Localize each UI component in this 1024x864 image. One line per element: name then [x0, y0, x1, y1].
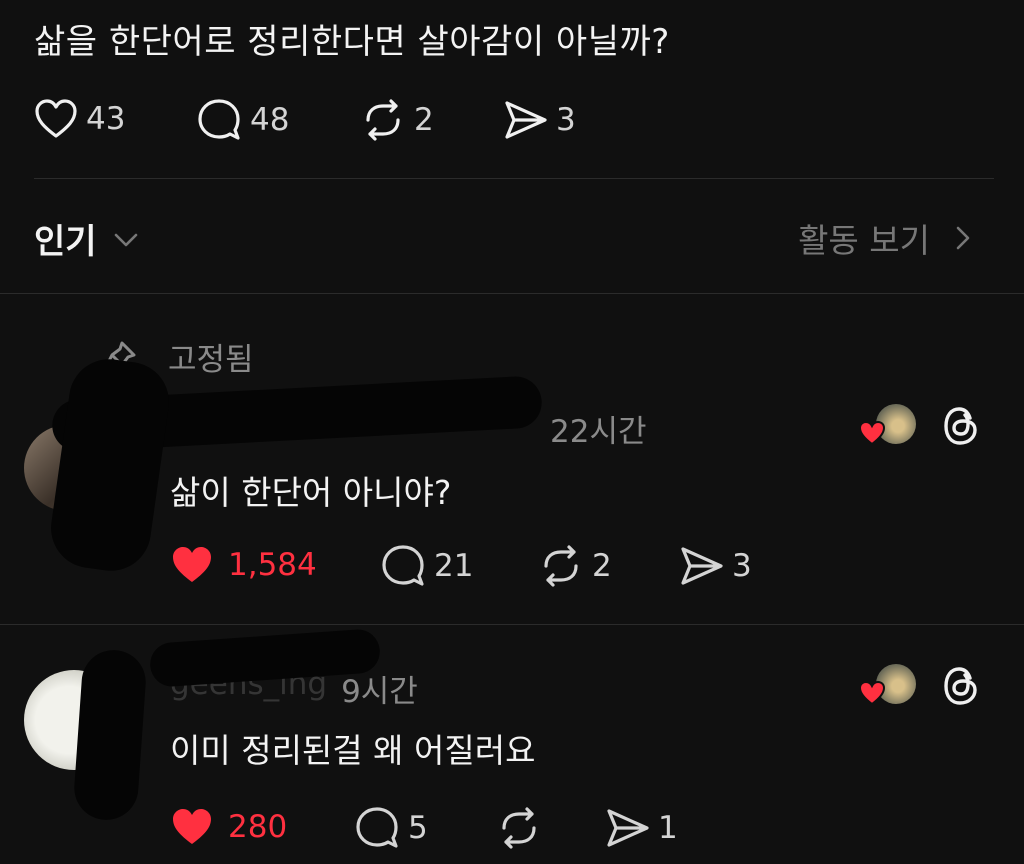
comment-share-button[interactable]: 3 — [678, 544, 752, 588]
comment-share-count: 1 — [658, 810, 678, 846]
comment-reply-count: 21 — [434, 548, 474, 584]
comment-icon — [356, 807, 398, 848]
chevron-right-icon — [956, 226, 970, 250]
post-repost-count: 2 — [414, 102, 434, 138]
liked-by-author-indicator — [858, 664, 918, 708]
comment-repost-count: 2 — [592, 548, 612, 584]
redaction-mark — [45, 354, 175, 576]
comment-icon — [198, 99, 240, 140]
chevron-down-icon — [114, 233, 137, 246]
divider — [34, 178, 994, 179]
pinned-label: 고정됨 — [168, 342, 254, 378]
comment-text: 이미 정리된걸 왜 어질러요 — [170, 731, 536, 770]
share-icon — [681, 547, 723, 585]
post-share-count: 3 — [556, 102, 576, 138]
threads-logo-icon[interactable] — [940, 404, 982, 448]
post-repost-button[interactable]: 2 — [360, 98, 434, 142]
post-like-count: 43 — [86, 101, 126, 137]
post-reply-button[interactable]: 48 — [196, 98, 289, 142]
redaction-mark — [72, 647, 148, 823]
share-icon — [607, 809, 649, 847]
view-activity-label: 활동 보기 — [798, 221, 930, 260]
comment-reply-count: 5 — [408, 810, 428, 846]
repost-icon — [502, 807, 536, 849]
view-activity-link[interactable]: 활동 보기 — [798, 214, 976, 262]
post-share-button[interactable]: 3 — [502, 98, 576, 142]
comment-repost-button[interactable] — [496, 806, 550, 850]
comment-like-button[interactable]: 280 — [170, 806, 287, 848]
heart-icon — [858, 420, 886, 446]
repost-icon — [366, 99, 400, 141]
comment-like-count: 1,584 — [228, 547, 317, 583]
divider — [0, 624, 1024, 625]
share-icon — [505, 101, 547, 139]
heart-icon — [173, 809, 211, 844]
liked-by-author-indicator — [858, 404, 918, 448]
comment-text: 삶이 한단어 아니야? — [170, 473, 452, 512]
repost-icon — [544, 545, 578, 587]
post-like-button[interactable]: 43 — [34, 98, 125, 140]
comment-share-button[interactable]: 1 — [604, 806, 678, 850]
comment-repost-button[interactable]: 2 — [538, 544, 612, 588]
sort-dropdown[interactable]: 인기 — [34, 214, 141, 263]
sort-label: 인기 — [34, 222, 97, 262]
post-text: 삶을 한단어로 정리한다면 살아감이 아닐까? — [34, 22, 670, 62]
heart-icon — [173, 547, 211, 582]
comment-icon — [382, 545, 424, 586]
heart-icon — [858, 680, 886, 706]
heart-icon — [35, 99, 77, 138]
comment-reply-button[interactable]: 21 — [380, 544, 473, 588]
divider — [0, 293, 1024, 294]
comment-like-count: 280 — [228, 809, 288, 845]
comment-like-button[interactable]: 1,584 — [170, 544, 317, 586]
comment-reply-button[interactable]: 5 — [354, 806, 428, 850]
threads-logo-icon[interactable] — [940, 664, 982, 708]
comment-share-count: 3 — [732, 548, 752, 584]
post-reply-count: 48 — [250, 102, 290, 138]
